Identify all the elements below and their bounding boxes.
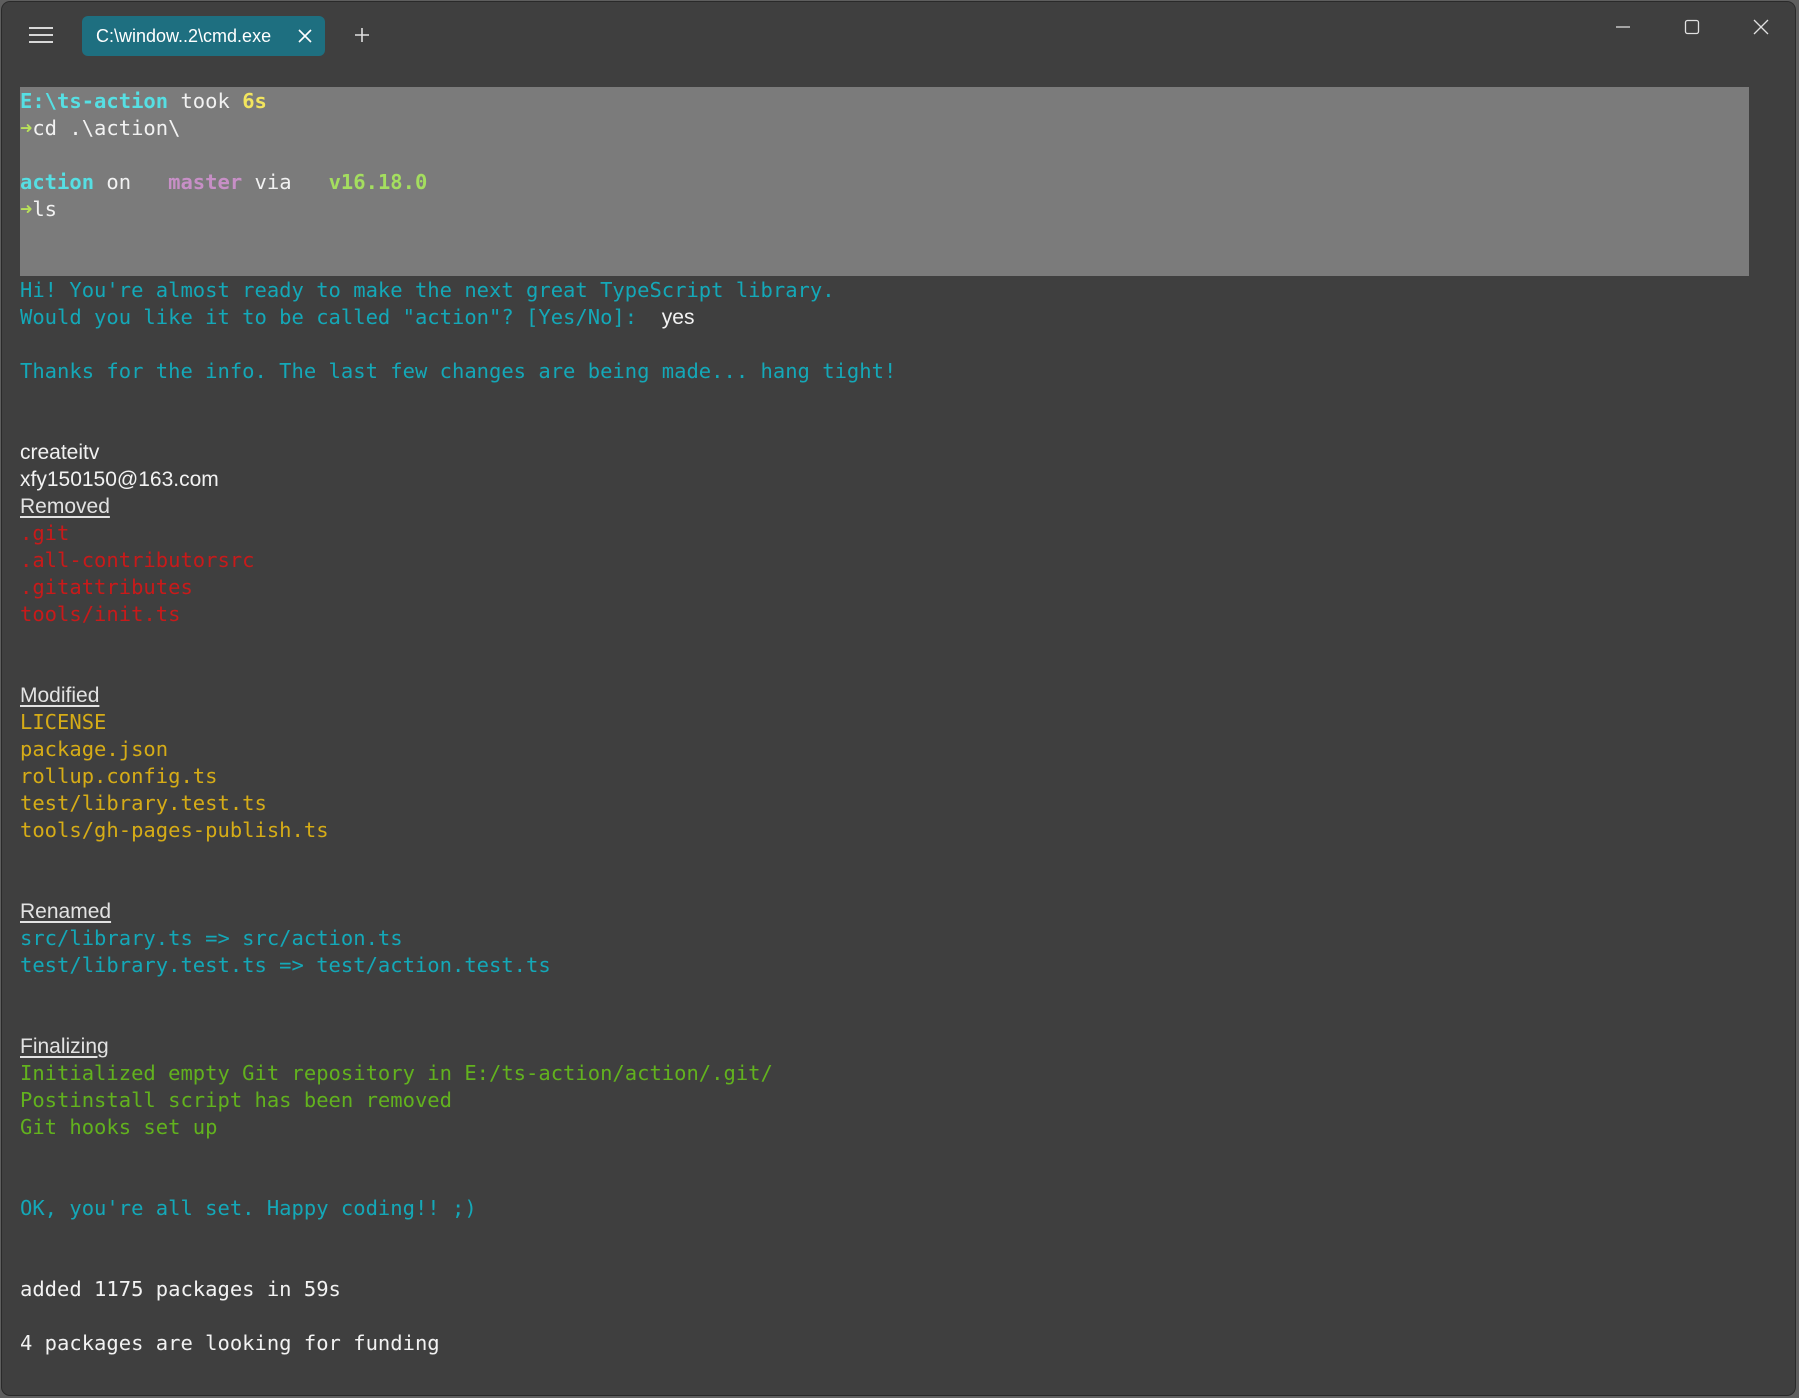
renamed-heading: Renamed	[20, 900, 112, 923]
list-item: test/library.test.ts => test/action.test…	[20, 953, 551, 977]
list-item: .git	[20, 521, 70, 545]
list-item: Git hooks set up	[20, 1115, 218, 1139]
done-text: OK, you're all set. Happy coding!! ;)	[20, 1196, 477, 1220]
maximize-icon[interactable]	[1664, 10, 1720, 44]
greeting-text: Hi! You're almost ready to make the next…	[20, 278, 835, 302]
prompt-line: E:\ts-action took 6s	[20, 89, 267, 113]
hamburger-menu-icon[interactable]	[22, 18, 60, 52]
added-packages-text: added 1175 packages in 59s	[20, 1277, 341, 1301]
list-item: .gitattributes	[20, 575, 193, 599]
list-item: .all-contributorsrc	[20, 548, 255, 572]
minimize-icon[interactable]	[1595, 10, 1651, 44]
answer-text: yes	[661, 306, 695, 329]
list-item: rollup.config.ts	[20, 764, 218, 788]
list-item: Postinstall script has been removed	[20, 1088, 452, 1112]
funding-text: 4 packages are looking for funding	[20, 1331, 440, 1355]
command-line: ➜cd .\action\	[20, 116, 181, 140]
command-line: ➜ls	[20, 197, 58, 221]
prompt-line: action on master via v16.18.0	[20, 170, 428, 194]
title-bar: C:\window..2\cmd.exe	[2, 2, 1795, 66]
list-item: tools/gh-pages-publish.ts	[20, 818, 329, 842]
plus-icon[interactable]	[344, 18, 380, 52]
removed-heading: Removed	[20, 495, 110, 518]
thanks-text: Thanks for the info. The last few change…	[20, 359, 897, 383]
close-icon[interactable]	[289, 20, 321, 52]
list-item: src/library.ts => src/action.ts	[20, 926, 403, 950]
terminal-window: C:\window..2\cmd.exe E:\ts-action took 6…	[2, 2, 1795, 1395]
modified-heading: Modified	[20, 684, 100, 707]
name-question: Would you like it to be called "action"?…	[20, 305, 695, 329]
user-name: createitv	[20, 441, 100, 464]
list-item: package.json	[20, 737, 169, 761]
list-item: LICENSE	[20, 710, 107, 734]
list-item: test/library.test.ts	[20, 791, 267, 815]
user-email: xfy150150@163.com	[20, 468, 219, 491]
tab-cmd[interactable]: C:\window..2\cmd.exe	[82, 16, 325, 56]
finalizing-heading: Finalizing	[20, 1035, 109, 1058]
list-item: Initialized empty Git repository in E:/t…	[20, 1061, 773, 1085]
list-item: tools/init.ts	[20, 602, 181, 626]
tab-title: C:\window..2\cmd.exe	[96, 25, 272, 46]
terminal-output[interactable]: E:\ts-action took 6s ➜cd .\action\ actio…	[2, 66, 1795, 1395]
close-icon[interactable]	[1733, 10, 1789, 44]
